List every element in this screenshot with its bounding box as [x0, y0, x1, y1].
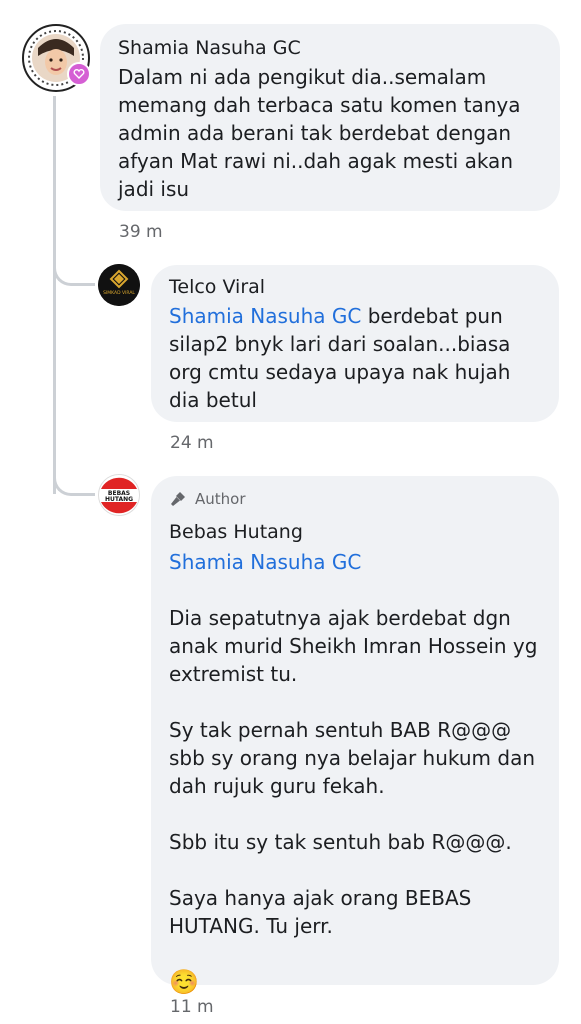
comment-paragraph: Sbb itu sy tak sentuh bab R@@@.	[169, 830, 512, 854]
smiling-emoji-icon: ☺️	[169, 968, 199, 996]
thread-line-vertical	[53, 96, 56, 494]
comment-timestamp[interactable]: 11 m	[170, 997, 214, 1017]
comment-paragraph: Sy tak pernah sentuh BAB R@@@ sbb sy ora…	[169, 718, 536, 798]
mention-link[interactable]: Shamia Nasuha GC	[169, 548, 539, 576]
mention-link[interactable]: Shamia Nasuha GC	[169, 304, 361, 328]
logo-text-bottom: HUTANG	[105, 496, 133, 503]
bebas-hutang-logo-icon: BEBAS HUTANG	[99, 475, 139, 515]
comment-bubble-shamia: Shamia Nasuha GC Dalam ni ada pengikut d…	[100, 24, 560, 211]
avatar-telco-viral[interactable]: SIMKAD VIRAL	[98, 264, 140, 306]
comment-text: Shamia Nasuha GC Dia sepatutnya ajak ber…	[169, 548, 539, 996]
microphone-icon	[171, 492, 185, 506]
comment-text: Dalam ni ada pengikut dia..semalam meman…	[118, 65, 521, 201]
commenter-name[interactable]: Bebas Hutang	[169, 520, 541, 544]
commenter-name[interactable]: Shamia Nasuha GC	[118, 36, 542, 60]
commenter-name[interactable]: Telco Viral	[169, 275, 541, 299]
logo-text: SIMKAD VIRAL	[103, 290, 135, 296]
comment-bubble-telco-viral: Telco Viral Shamia Nasuha GC berdebat pu…	[151, 265, 559, 422]
author-badge: Author	[169, 488, 541, 510]
heart-badge-icon	[67, 62, 91, 86]
avatar-bebas-hutang[interactable]: BEBAS HUTANG	[98, 474, 140, 516]
comment-text: Shamia Nasuha GC berdebat pun silap2 bny…	[169, 302, 529, 414]
simkad-viral-logo-icon: SIMKAD VIRAL	[98, 264, 140, 306]
comment-paragraph: Saya hanya ajak orang BEBAS HUTANG. Tu j…	[169, 886, 472, 938]
comment-paragraph: Dia sepatutnya ajak berdebat dgn anak mu…	[169, 606, 538, 686]
comment-timestamp[interactable]: 39 m	[119, 222, 163, 242]
author-badge-label: Author	[195, 490, 246, 508]
comment-timestamp[interactable]: 24 m	[170, 433, 214, 453]
thread-line-branch-2	[53, 470, 95, 496]
comment-bubble-bebas-hutang: Author Bebas Hutang Shamia Nasuha GC Dia…	[151, 476, 559, 996]
thread-line-branch-1	[53, 262, 95, 286]
